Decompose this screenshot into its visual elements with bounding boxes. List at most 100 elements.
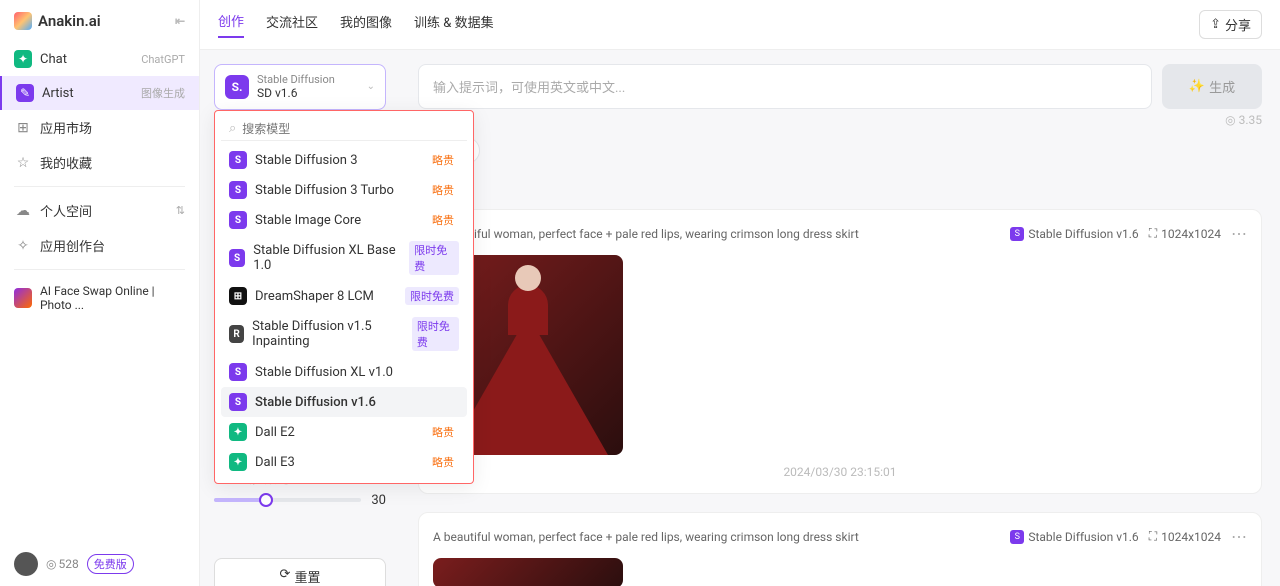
model-badge-icon: S [229, 363, 247, 381]
result-model: S Stable Diffusion v1.6 [1010, 530, 1138, 544]
app-label: AI Face Swap Online | Photo ... [40, 284, 185, 312]
model-dropdown: ⌕ SStable Diffusion 3略贵 SStable Diffusio… [214, 110, 474, 484]
negative-prompt-link[interactable]: 面提示词 [418, 174, 1262, 191]
generate-label: 生成 [1209, 77, 1235, 96]
grid-icon: ⊞ [14, 119, 32, 137]
result-timestamp: 2024/03/30 23:15:01 [433, 465, 1247, 479]
nav-label: 我的收藏 [40, 153, 92, 172]
steps-slider[interactable] [214, 498, 361, 502]
dd-item-sd3turbo[interactable]: SStable Diffusion 3 Turbo略贵 [221, 175, 467, 205]
dd-item-sd16[interactable]: S Stable Diffusion v1.6 [221, 387, 467, 417]
dd-badge: 限时免费 [405, 287, 459, 305]
search-input[interactable] [242, 122, 459, 136]
tab-create[interactable]: 创作 [218, 11, 244, 38]
tab-myimages[interactable]: 我的图像 [340, 12, 392, 37]
model-badge-icon: S [229, 393, 247, 411]
brand-name: Anakin.ai [38, 12, 101, 30]
model-badge-icon: R [229, 325, 244, 343]
dd-label: DreamShaper 8 LCM [255, 289, 374, 304]
result-model: SStable Diffusion v1.6 [1010, 227, 1138, 241]
result-model-label: Stable Diffusion v1.6 [1028, 530, 1138, 544]
sidebar-item-creator[interactable]: ✧ 应用创作台 [0, 228, 199, 263]
model-selector[interactable]: S. Stable Diffusion SD v1.6 ⌄ [214, 64, 386, 110]
dd-item-sd15inpaint[interactable]: RStable Diffusion v1.5 Inpainting限时免费 [221, 311, 467, 357]
free-badge[interactable]: 免费版 [87, 554, 134, 574]
sparkle-icon: ✨ [1189, 79, 1205, 94]
sidebar-item-artist[interactable]: ✎ Artist 图像生成 [0, 76, 199, 110]
dd-label: Stable Diffusion XL v1.0 [255, 365, 393, 380]
dd-label: Dall E2 [255, 425, 295, 440]
model-badge-icon: S [229, 181, 247, 199]
control-panel: S. Stable Diffusion SD v1.6 ⌄ ⌕ S Stable … [200, 50, 400, 586]
nav-label: 应用市场 [40, 118, 92, 137]
dd-badge: 略贵 [427, 423, 459, 441]
model-badge-icon: S [229, 211, 247, 229]
sidebar-app[interactable]: AI Face Swap Online | Photo ... [0, 276, 199, 320]
result-image[interactable] [433, 558, 623, 586]
model-pill-icon: S [1010, 530, 1024, 544]
dd-item-sd3[interactable]: SStable Diffusion 3略贵 [221, 145, 467, 175]
search-icon: ⌕ [229, 121, 236, 136]
sidebar-item-market[interactable]: ⊞ 应用市场 [0, 110, 199, 145]
chevron-down-icon: ⌄ [367, 81, 375, 92]
wand-icon: ✧ [14, 237, 32, 255]
chevron-icon: ⇅ [176, 204, 185, 217]
tab-training[interactable]: 训练 & 数据集 [414, 12, 494, 37]
credit-cost: ◎ 3.35 [418, 113, 1262, 127]
refresh-icon: ⟳ [280, 567, 291, 586]
sidebar-item-chat[interactable]: ✦ Chat ChatGPT [0, 42, 199, 76]
cloud-icon: ☁ [14, 202, 32, 220]
dd-badge: 略贵 [427, 453, 459, 471]
result-prompt: A beautiful woman, perfect face + pale r… [433, 530, 859, 544]
topbar: 创作 交流社区 我的图像 训练 & 数据集 ⇪ 分享 [200, 0, 1280, 50]
brand: Anakin.ai ⇤ [0, 0, 199, 42]
sidebar-item-personal[interactable]: ☁ 个人空间 ⇅ [0, 193, 199, 228]
dd-item-sdxlbase[interactable]: SStable Diffusion XL Base 1.0限时免费 [221, 235, 467, 281]
dd-label: Stable Diffusion v1.6 [255, 395, 376, 410]
credit-value: 3.35 [1239, 113, 1262, 127]
dd-label: Stable Diffusion 3 [255, 153, 358, 168]
sidebar-footer: ◎ 528 免费版 [0, 542, 199, 586]
model-badge-icon: ✦ [229, 453, 247, 471]
share-button[interactable]: ⇪ 分享 [1199, 10, 1262, 39]
share-icon: ⇪ [1210, 17, 1221, 32]
result-size: ⛶1024x1024 [1149, 529, 1221, 544]
dd-label: Stable Diffusion 3 Turbo [255, 183, 394, 198]
credits: ◎ 528 [46, 557, 79, 571]
result-card: A beautiful woman, perfect face + pale r… [418, 209, 1262, 494]
nav-label: 应用创作台 [40, 236, 105, 255]
dd-badge: 略贵 [427, 211, 459, 229]
tab-community[interactable]: 交流社区 [266, 12, 318, 37]
nav-label: Chat [40, 52, 67, 67]
sidebar-item-fav[interactable]: ☆ 我的收藏 [0, 145, 199, 180]
model-icon: S. [225, 75, 249, 99]
generate-button[interactable]: ✨ 生成 [1162, 64, 1262, 109]
model-version: SD v1.6 [257, 86, 335, 100]
dd-item-dalle2[interactable]: ✦Dall E2略贵 [221, 417, 467, 447]
chat-icon: ✦ [14, 50, 32, 68]
model-badge-icon: ⊞ [229, 287, 247, 305]
sidebar: Anakin.ai ⇤ ✦ Chat ChatGPT ✎ Artist 图像生成… [0, 0, 200, 586]
nav-label: 个人空间 [40, 201, 92, 220]
resize-icon: ⛶ [1149, 529, 1157, 544]
result-model-label: Stable Diffusion v1.6 [1028, 227, 1138, 241]
reset-button[interactable]: ⟳ 重置 [214, 558, 386, 586]
more-icon[interactable]: ⋯ [1231, 224, 1247, 243]
more-icon[interactable]: ⋯ [1231, 527, 1247, 546]
nav-label: Artist [42, 86, 74, 101]
main: 创作 交流社区 我的图像 训练 & 数据集 ⇪ 分享 S. Stable Dif… [200, 0, 1280, 586]
result-prompt: A beautiful woman, perfect face + pale r… [433, 227, 859, 241]
result-size-label: 1024x1024 [1161, 227, 1221, 241]
dd-item-dreamshaper[interactable]: ⊞ DreamShaper 8 LCM 限时免费 [221, 281, 467, 311]
resize-icon: ⛶ [1149, 226, 1157, 241]
dd-item-sic[interactable]: S Stable Image Core 略贵 [221, 205, 467, 235]
dd-item-sdxl10[interactable]: S Stable Diffusion XL v1.0 [221, 357, 467, 387]
dd-badge: 限时免费 [409, 241, 459, 275]
dd-label: Stable Image Core [255, 213, 361, 228]
collapse-icon[interactable]: ⇤ [175, 14, 185, 28]
search-row: ⌕ [221, 117, 467, 141]
dd-item-dalle3[interactable]: ✦Dall E3略贵 [221, 447, 467, 477]
prompt-input[interactable]: 输入提示词，可使用英文或中文... [418, 64, 1152, 109]
reset-label: 重置 [294, 567, 320, 586]
avatar[interactable] [14, 552, 38, 576]
